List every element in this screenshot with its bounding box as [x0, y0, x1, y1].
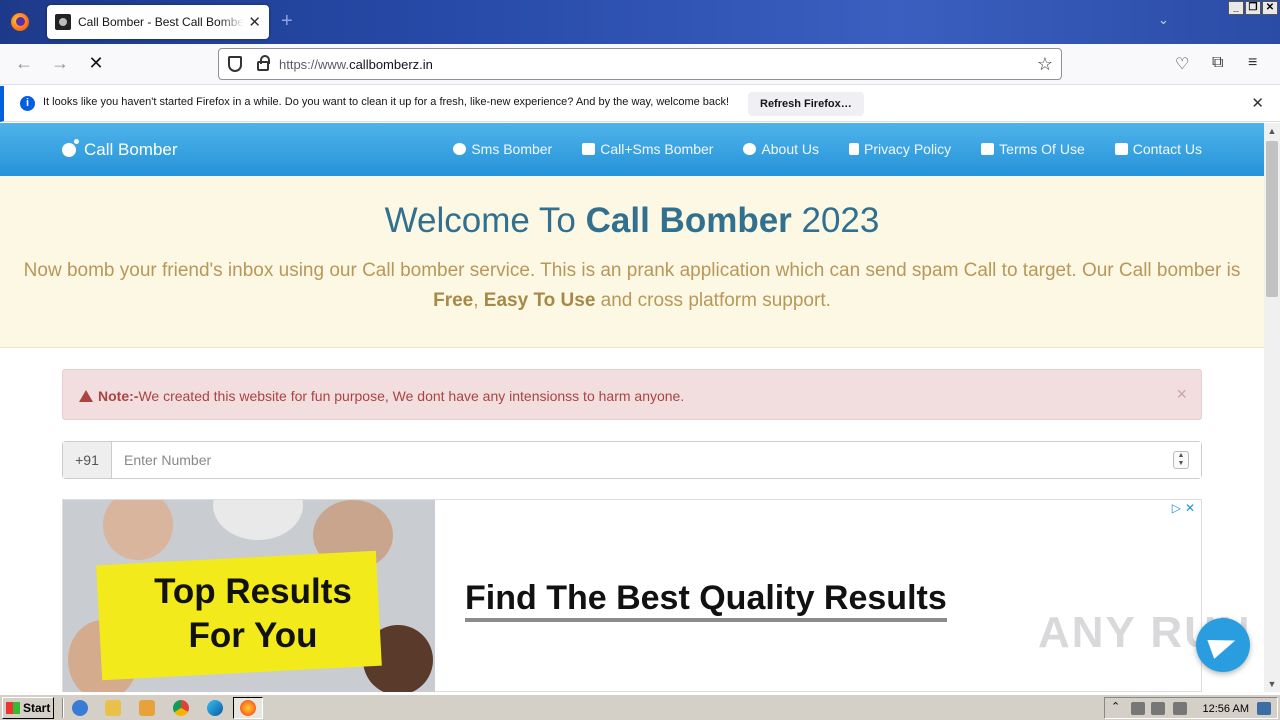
tab-title: Call Bomber - Best Call Bomber Online: [78, 15, 244, 29]
show-desktop-icon[interactable]: [1257, 702, 1271, 715]
alert-close-button[interactable]: ×: [1176, 384, 1187, 405]
phone-number-input[interactable]: [112, 442, 1201, 478]
country-code-addon: +91: [63, 442, 112, 478]
document-icon: [849, 143, 860, 155]
scroll-thumb[interactable]: [1266, 141, 1278, 297]
page-title: Welcome To Call Bomber 2023: [384, 201, 880, 240]
ad-choices-play-icon[interactable]: ▷: [1172, 501, 1181, 515]
close-notification-icon[interactable]: ✕: [1251, 94, 1264, 112]
browser-tab-bar: Call Bomber - Best Call Bomber Online ✕ …: [0, 0, 1280, 44]
note-alert: Note:- We created this website for fun p…: [62, 369, 1202, 420]
warning-icon: [79, 390, 93, 402]
close-window-button[interactable]: ✕: [1262, 1, 1278, 15]
menu-terms-of-use[interactable]: Terms Of Use: [981, 141, 1085, 157]
minimize-button[interactable]: _: [1228, 1, 1244, 15]
pocket-icon[interactable]: ♡: [1175, 54, 1189, 74]
edge-icon[interactable]: [207, 700, 223, 716]
alert-text: Note:- We created this website for fun p…: [79, 388, 684, 404]
scroll-up-arrow-icon[interactable]: ▲: [1264, 123, 1280, 139]
stop-loading-icon[interactable]: ✕: [84, 53, 108, 74]
ad-choices[interactable]: ▷ ✕: [1172, 501, 1195, 515]
ad-image-headline: Top Results For You: [154, 572, 352, 655]
media-player-icon[interactable]: [139, 700, 155, 716]
telegram-button[interactable]: [1196, 618, 1250, 672]
windows-flag-icon: [6, 702, 20, 714]
info-icon: i: [20, 96, 35, 111]
bomb-icon: [62, 139, 79, 157]
maximize-button[interactable]: ❐: [1245, 1, 1261, 15]
ie-icon[interactable]: [72, 700, 88, 716]
advertisement[interactable]: Top Results For You Find The Best Quality…: [62, 499, 1202, 692]
folder-icon[interactable]: [105, 700, 121, 716]
menu-call-sms-bomber[interactable]: Call+Sms Bomber: [582, 141, 713, 157]
taskbar-firefox-active[interactable]: [233, 697, 263, 719]
ad-close-icon[interactable]: ✕: [1185, 501, 1195, 515]
menu-contact-us[interactable]: Contact Us: [1114, 141, 1202, 157]
start-button[interactable]: Start: [2, 697, 54, 719]
ad-title-link[interactable]: Find The Best Quality Results: [465, 578, 947, 622]
scroll-down-arrow-icon[interactable]: ▼: [1264, 676, 1280, 692]
bookmark-star-icon[interactable]: ☆: [1037, 54, 1053, 75]
menu-privacy-policy[interactable]: Privacy Policy: [849, 141, 951, 157]
clock: 12:56 AM: [1202, 703, 1249, 715]
menu-sms-bomber[interactable]: Sms Bomber: [453, 141, 552, 157]
number-spinner[interactable]: ▲ ▼: [1173, 451, 1189, 469]
phone-input-group: +91 ▲▼: [62, 441, 1202, 479]
tracking-shield-icon[interactable]: [228, 56, 242, 72]
list-icon: [981, 143, 995, 155]
ad-person-image: [103, 500, 173, 560]
forward-arrow-icon[interactable]: →: [48, 53, 72, 74]
flag-icon[interactable]: [1173, 702, 1187, 715]
telegram-plane-icon: [1207, 631, 1239, 659]
system-tray: ⌃ 12:56 AM: [1104, 697, 1278, 719]
site-navbar: Call Bomber Sms Bomber Call+Sms Bomber A…: [0, 123, 1264, 176]
site-menu: Sms Bomber Call+Sms Bomber About Us Priv…: [453, 141, 1202, 157]
network-icon[interactable]: [1151, 702, 1165, 715]
url-bar[interactable]: https://www.callbomberz.in ☆: [218, 48, 1062, 80]
page-scrollbar[interactable]: ▲ ▼: [1264, 123, 1280, 692]
taskbar: Start ⌃ 12:56 AM: [0, 694, 1280, 720]
browser-tab-active[interactable]: Call Bomber - Best Call Bomber Online ✕: [47, 5, 269, 39]
window-controls: _ ❐ ✕: [1228, 1, 1278, 15]
taskbar-separator: [62, 698, 64, 718]
volume-icon[interactable]: [1131, 702, 1145, 715]
browser-nav-bar: ← → ✕ https://www.callbomberz.in ☆ ♡ ⧉ ≡: [0, 44, 1280, 85]
hero-section: Welcome To Call Bomber 2023 Now bomb you…: [0, 176, 1264, 348]
firefox-icon: [240, 700, 256, 716]
menu-hamburger-icon[interactable]: ≡: [1248, 54, 1257, 72]
chrome-icon[interactable]: [173, 700, 189, 716]
envelope-icon: [1114, 143, 1128, 155]
refresh-firefox-button[interactable]: Refresh Firefox…: [748, 92, 864, 116]
brand-label: Call Bomber: [84, 140, 178, 159]
paper-plane-icon: [582, 143, 596, 155]
site-favicon-icon: [55, 14, 71, 30]
url-text[interactable]: https://www.callbomberz.in: [279, 57, 433, 72]
ad-person-image: [213, 500, 303, 540]
tab-list-chevron-icon[interactable]: ⌄: [1158, 12, 1169, 28]
close-tab-icon[interactable]: ✕: [248, 13, 261, 31]
extensions-icon[interactable]: ⧉: [1212, 54, 1223, 72]
firefox-logo-icon[interactable]: [11, 13, 29, 31]
bomb-icon: [453, 143, 467, 155]
info-icon: [743, 143, 757, 155]
notification-bar: i It looks like you haven't started Fire…: [0, 86, 1280, 122]
tray-expand-icon[interactable]: ⌃: [1111, 700, 1125, 713]
page-viewport: Call Bomber Sms Bomber Call+Sms Bomber A…: [0, 123, 1264, 692]
ad-image[interactable]: Top Results For You: [63, 500, 435, 692]
menu-about-us[interactable]: About Us: [743, 141, 819, 157]
site-brand[interactable]: Call Bomber: [62, 139, 178, 160]
hero-description: Now bomb your friend's inbox using our C…: [23, 260, 1241, 311]
lock-icon[interactable]: [257, 55, 270, 71]
back-arrow-icon[interactable]: ←: [12, 53, 36, 74]
new-tab-icon[interactable]: +: [281, 10, 293, 33]
notification-text: It looks like you haven't started Firefo…: [43, 96, 730, 108]
